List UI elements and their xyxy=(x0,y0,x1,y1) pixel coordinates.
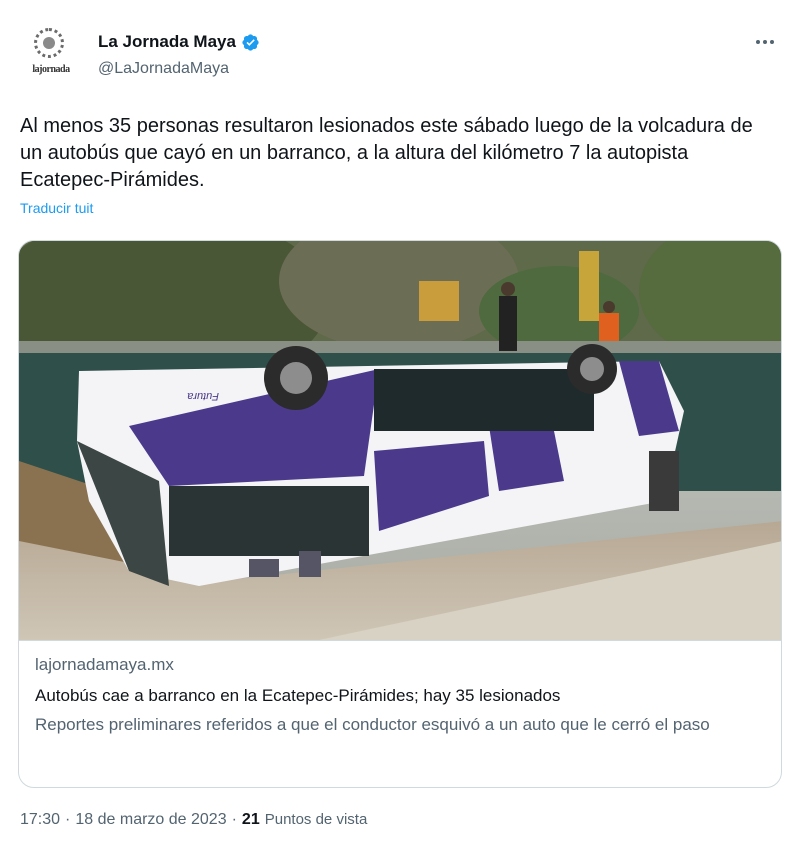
tweet-text: Al menos 35 personas resultaron lesionad… xyxy=(20,115,753,191)
views-count: 21 xyxy=(241,811,260,828)
card-domain: lajornadamaya.mx xyxy=(35,655,174,674)
translate-link[interactable]: Traducir tuit xyxy=(20,200,93,216)
bus-brand-text: Futura xyxy=(187,390,219,402)
tweet-meta: 17:30 · 18 de marzo de 2023 · 21 Puntos … xyxy=(20,811,367,829)
display-name[interactable]: La Jornada Maya xyxy=(98,32,236,52)
avatar[interactable]: lajornada xyxy=(20,26,82,88)
more-horizontal-icon[interactable] xyxy=(750,30,780,54)
card-body[interactable]: lajornadamaya.mx Autobús cae a barranco … xyxy=(19,640,781,787)
tweet-time[interactable]: 17:30 xyxy=(20,811,60,829)
tweet-header: lajornada La Jornada Maya @LaJornadaMaya xyxy=(20,20,780,88)
meta-separator: · xyxy=(65,811,71,828)
tweet-date[interactable]: 18 de marzo de 2023 xyxy=(75,811,226,829)
handle[interactable]: @LaJornadaMaya xyxy=(98,60,229,78)
meta-separator: · xyxy=(231,811,237,828)
verified-badge-icon xyxy=(242,33,259,51)
link-card[interactable]: Futura lajornadamaya.mx Autobús cae a ba… xyxy=(18,240,782,788)
logo-sun-icon xyxy=(34,28,64,58)
card-description: Reportes preliminares referidos a que el… xyxy=(35,715,710,734)
card-image[interactable]: Futura xyxy=(19,241,781,640)
name-row: La Jornada Maya xyxy=(98,32,260,52)
avatar-logo-text: lajornada xyxy=(32,64,70,75)
views-label: Puntos de vista xyxy=(264,811,368,828)
bus-overturned-photo: Futura xyxy=(19,241,781,640)
card-title: Autobús cae a barranco en la Ecatepec-Pi… xyxy=(35,686,561,705)
